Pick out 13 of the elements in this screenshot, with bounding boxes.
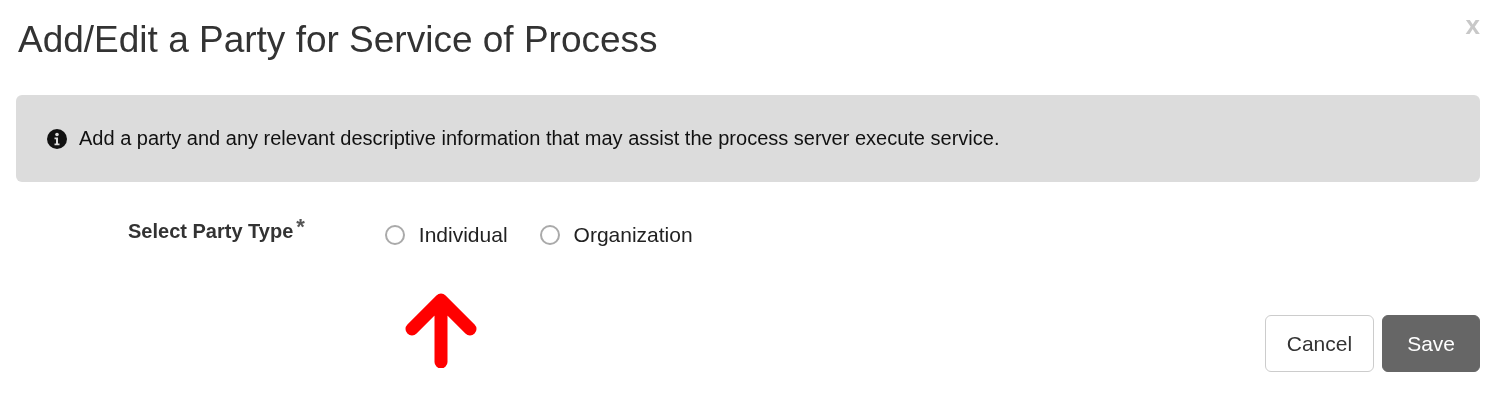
field-label: Select Party Type <box>128 220 294 243</box>
dialog-title: Add/Edit a Party for Service of Process <box>18 18 658 62</box>
info-icon <box>47 128 67 149</box>
required-mark: * <box>296 214 305 240</box>
radio-button[interactable] <box>384 225 405 245</box>
radio-label: Individual <box>418 223 508 247</box>
radio-label: Organization <box>573 223 693 247</box>
info-text: Add a party and any relevant descriptive information that may assist the process server execute service. <box>79 127 1000 150</box>
radio-option[interactable]: Individual <box>384 223 508 247</box>
radio-option[interactable]: Organization <box>539 223 693 247</box>
radio-button[interactable] <box>539 225 560 245</box>
cancel-button[interactable]: Cancel <box>1264 315 1375 372</box>
save-button[interactable]: Save <box>1382 315 1480 372</box>
